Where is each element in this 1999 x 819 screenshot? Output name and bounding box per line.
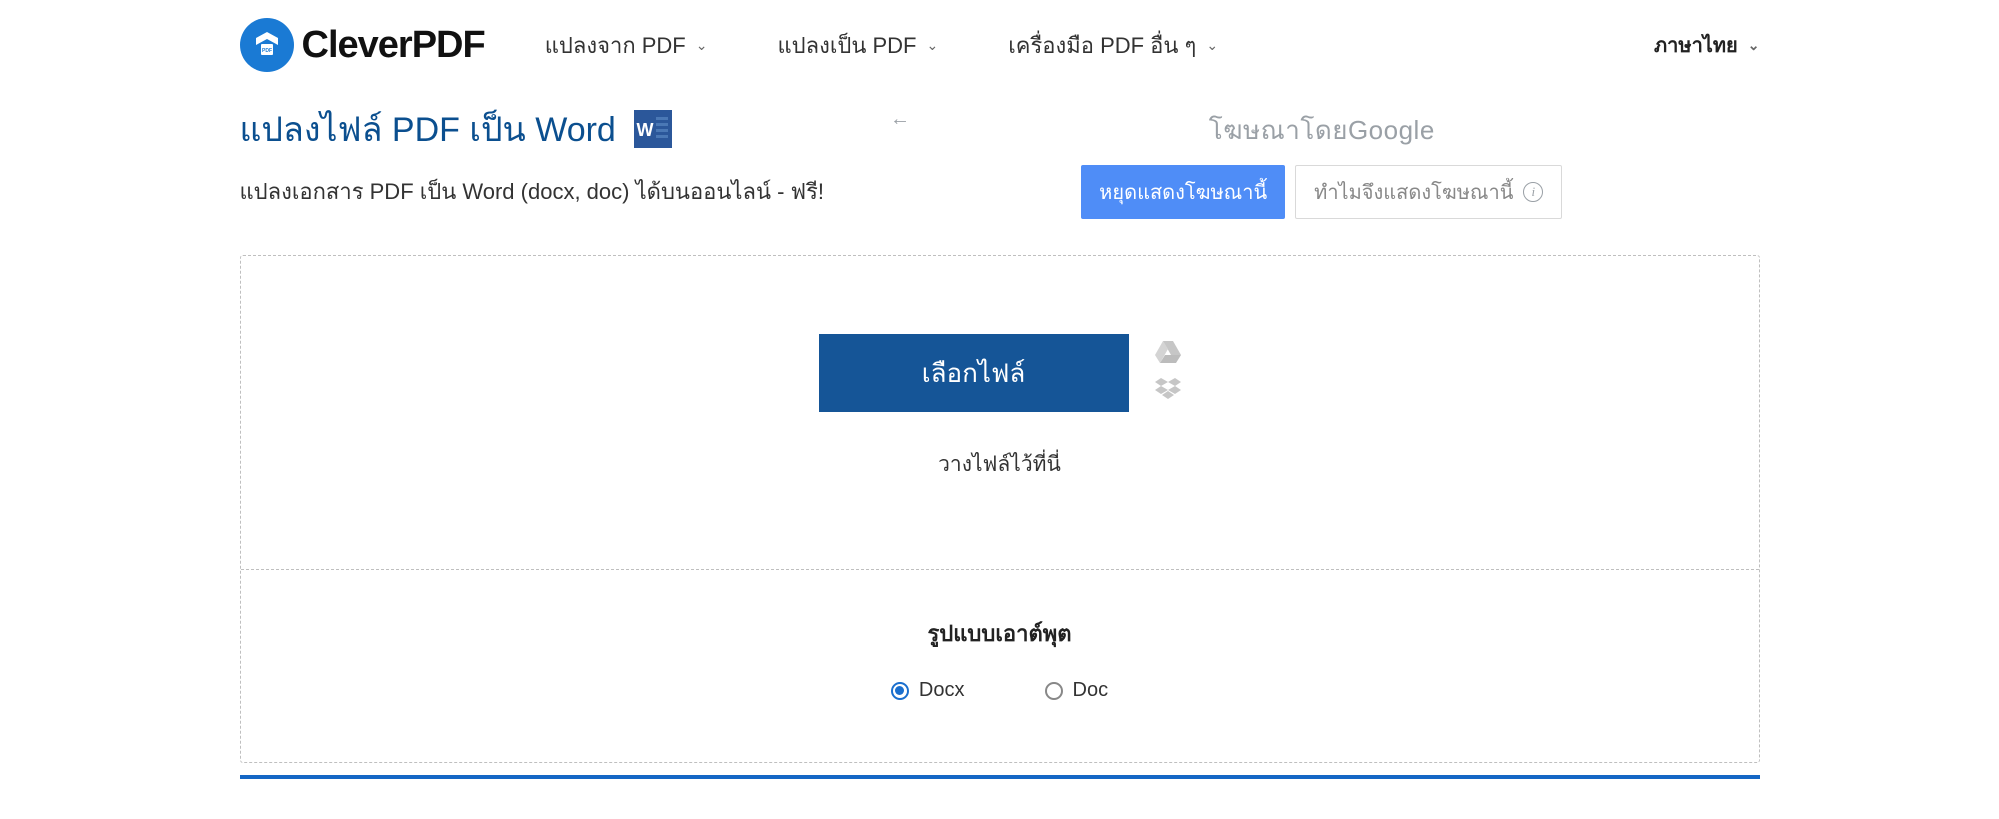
cloud-source-icons — [1155, 341, 1181, 405]
google-drive-icon[interactable] — [1155, 341, 1181, 368]
nav-label: แปลงเป็น PDF — [777, 28, 916, 63]
chevron-down-icon: ⌄ — [1206, 37, 1218, 54]
choose-file-button[interactable]: เลือกไฟล์ — [819, 334, 1129, 412]
output-format-title: รูปแบบเอาต์พุต — [241, 616, 1759, 651]
header: PDF CleverPDF แปลงจาก PDF ⌄ แปลงเป็น PDF… — [240, 0, 1760, 102]
ad-title-brand: Google — [1348, 115, 1435, 145]
nav-label: แปลงจาก PDF — [545, 28, 686, 63]
chevron-down-icon: ⌄ — [696, 37, 708, 54]
page-title: แปลงไฟล์ PDF เป็น Word — [240, 102, 616, 156]
radio-icon — [1045, 682, 1063, 700]
logo[interactable]: PDF CleverPDF — [240, 18, 485, 72]
svg-text:PDF: PDF — [262, 48, 272, 54]
output-option-docx[interactable]: Docx — [891, 679, 965, 702]
radio-label: Doc — [1073, 679, 1109, 702]
conversion-panel: เลือกไฟล์ — [240, 255, 1760, 763]
ad-why-label: ทำไมจึงแสดงโฆษณานี้ — [1314, 176, 1513, 208]
nav-convert-to-pdf[interactable]: แปลงเป็น PDF ⌄ — [777, 28, 938, 63]
word-icon: W — [634, 110, 672, 148]
logo-icon: PDF — [240, 18, 294, 72]
main-nav: แปลงจาก PDF ⌄ แปลงเป็น PDF ⌄ เครื่องมือ … — [545, 28, 1594, 63]
radio-label: Docx — [919, 679, 965, 702]
ad-stop-button[interactable]: หยุดแสดงโฆษณานี้ — [1081, 165, 1285, 219]
progress-bar — [240, 775, 1760, 779]
nav-other-pdf-tools[interactable]: เครื่องมือ PDF อื่น ๆ ⌄ — [1008, 28, 1218, 63]
nav-label: เครื่องมือ PDF อื่น ๆ — [1008, 28, 1196, 63]
chevron-down-icon: ⌄ — [927, 37, 939, 54]
ad-back-arrow-icon[interactable]: ← — [890, 108, 910, 131]
ad-title-prefix: โฆษณาโดย — [1209, 115, 1348, 145]
nav-convert-from-pdf[interactable]: แปลงจาก PDF ⌄ — [545, 28, 708, 63]
drop-hint-text: วางไฟล์ไว้ที่นี่ — [938, 448, 1061, 481]
output-format-options: Docx Doc — [241, 679, 1759, 702]
chevron-down-icon: ⌄ — [1748, 37, 1760, 54]
language-label: ภาษาไทย — [1654, 29, 1738, 61]
svg-text:W: W — [636, 120, 653, 140]
ad-why-button[interactable]: ทำไมจึงแสดงโฆษณานี้ i — [1295, 165, 1562, 219]
logo-text: CleverPDF — [302, 24, 485, 67]
radio-icon — [891, 682, 909, 700]
title-row: แปลงไฟล์ PDF เป็น Word W แปลงเอกสาร PDF … — [240, 102, 1760, 219]
output-format-section: รูปแบบเอาต์พุต Docx Doc — [241, 570, 1759, 762]
info-icon: i — [1523, 182, 1543, 202]
output-option-doc[interactable]: Doc — [1045, 679, 1109, 702]
dropbox-icon[interactable] — [1155, 378, 1181, 405]
page-subtitle: แปลงเอกสาร PDF เป็น Word (docx, doc) ได้… — [240, 174, 825, 209]
file-drop-zone[interactable]: เลือกไฟล์ — [241, 256, 1759, 570]
title-block: แปลงไฟล์ PDF เป็น Word W แปลงเอกสาร PDF … — [240, 102, 825, 209]
ad-panel: ← โฆษณาโดยGoogle หยุดแสดงโฆษณานี้ ทำไมจึ… — [884, 102, 1759, 219]
ad-title: โฆษณาโดยGoogle — [884, 110, 1759, 151]
language-selector[interactable]: ภาษาไทย ⌄ — [1654, 29, 1760, 61]
